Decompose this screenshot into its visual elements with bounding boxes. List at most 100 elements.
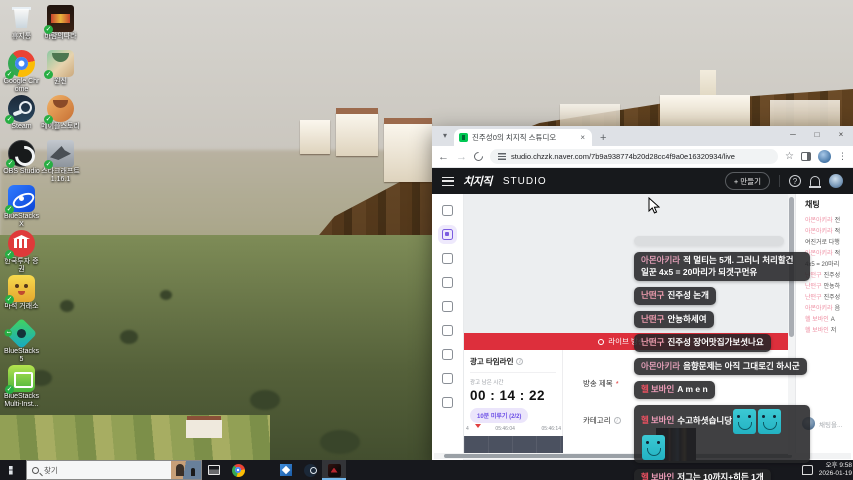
wallpaper-tree <box>320 430 360 454</box>
sidebar-community-icon[interactable] <box>442 277 453 288</box>
url-text: studio.chzzk.naver.com/7b9a938774b20d28c… <box>511 152 735 161</box>
overlay-chat-bubble: 난떤구 진주성 장어맛집가보셧나요 <box>634 334 771 352</box>
browser-menu-icon[interactable]: ⋮ <box>838 151 847 162</box>
desktop-icon-obs[interactable]: ✓ OBS Studio <box>2 139 41 184</box>
close-icon[interactable]: × <box>829 126 853 146</box>
timeline-tick: 4 <box>466 426 469 432</box>
chat-panel-message: 아몬아키라 전 <box>805 218 841 224</box>
reload-icon[interactable] <box>472 150 485 163</box>
ad-defer-button[interactable]: 10분 미루기 (2/2) <box>470 408 529 423</box>
window-controls: ─ □ × <box>781 126 853 146</box>
overlay-chat-text: A m e n <box>677 384 708 394</box>
overlay-chat-username: 보바인 <box>650 471 675 480</box>
taskbar-search-box[interactable]: 찾기 <box>26 460 202 480</box>
sidebar-stats-icon[interactable] <box>442 253 453 264</box>
news-widget-thumbnail[interactable] <box>171 461 201 479</box>
info-icon[interactable]: i <box>613 417 621 424</box>
new-tab-button[interactable]: + <box>600 132 606 144</box>
site-settings-icon[interactable] <box>498 153 506 160</box>
chat-emote-icon <box>733 408 757 434</box>
minimize-icon[interactable]: ─ <box>781 126 805 146</box>
overlay-chat-text: 진주성 장어맛집가보셧나요 <box>667 337 764 347</box>
create-button[interactable]: + 만들기 <box>724 172 770 190</box>
desktop-icon-maple[interactable]: ✓ 메이플스토리 <box>41 94 80 139</box>
wallpaper-building <box>560 104 620 126</box>
wallpaper-tree <box>160 290 172 300</box>
tab-search-chevron-icon[interactable]: ▾ <box>438 129 452 143</box>
taskbar-steam-icon[interactable] <box>298 460 322 480</box>
timeline-tick: 05:46:14 <box>541 426 561 432</box>
desktop-icon-label: BlueStacks X <box>3 213 40 228</box>
subscriber-badge: 헬 <box>641 471 649 480</box>
desktop-icon-cookie[interactable]: ✓ 마석 거래소 <box>2 274 41 319</box>
obs-icon: ✓ <box>6 140 35 168</box>
studio-profile-avatar[interactable] <box>829 174 843 188</box>
overlay-chat-text: 안뇽하세여 <box>667 313 707 324</box>
tab-close-icon[interactable]: × <box>578 133 587 142</box>
bookmark-star-icon[interactable]: ☆ <box>785 151 794 162</box>
sync-check-badge: ✓ <box>44 115 53 124</box>
sidebar-video-icon[interactable] <box>442 301 453 312</box>
desktop-icon-bs5[interactable]: ✓ BlueStacks 5 <box>2 317 41 364</box>
desktop-icon-label: OBS Studio <box>3 168 40 175</box>
overlay-chat-bubble <box>634 236 784 246</box>
sync-check-badge: ✓ <box>6 159 15 168</box>
desktop-icon-jet[interactable]: ✓ 스타크래프트 1.16.1 <box>41 139 80 184</box>
address-bar[interactable]: studio.chzzk.naver.com/7b9a938774b20d28c… <box>490 149 779 164</box>
chat-emote-icon <box>642 434 665 460</box>
sync-check-badge: ✓ <box>5 250 14 259</box>
sync-check-badge: ✓ <box>5 295 14 304</box>
taskbar-task-view-icon[interactable] <box>202 460 226 480</box>
desktop-icon-grid: 휴지통 ✓ 바람의나라 ✓ Google Chrome ✓ 원신 ✓ Steam ✓ 메이플스토리 ✓… <box>2 4 82 409</box>
wallpaper-roof <box>384 118 432 124</box>
notification-bell-icon[interactable] <box>809 176 821 188</box>
desktop-icon-steam[interactable]: ✓ Steam <box>2 94 41 139</box>
start-button[interactable] <box>0 460 26 480</box>
sidebar-tools-icon[interactable] <box>442 349 453 360</box>
sync-check-badge: ✓ <box>2 327 14 339</box>
desktop-icon-bank[interactable]: ✓ 한국투자 증권 <box>2 229 41 274</box>
desktop-icon-label: Google Chrome <box>3 78 40 93</box>
overlay-chat-bubble: 아몬아키라 적 멀티는 5개. 그러니 처리할건 일꾼 4x5 = 20마리가 되… <box>634 252 810 281</box>
taskbar-photos-icon[interactable] <box>274 460 298 480</box>
taskbar-game-icon[interactable] <box>322 460 346 480</box>
ad-timeline-card: 광고 타임라인 i 광고 남은 시간 00 : 14 : 22 10분 미루기 … <box>464 350 563 455</box>
sidebar-settings-icon[interactable] <box>442 397 453 408</box>
taskbar-explorer-icon[interactable] <box>250 460 274 480</box>
maximize-icon[interactable]: □ <box>805 126 829 146</box>
desktop-icon-label: BlueStacks 5 <box>3 348 40 363</box>
search-placeholder: 찾기 <box>44 465 58 475</box>
sync-check-badge: ✓ <box>44 25 53 34</box>
maple-icon: ✓ <box>44 95 74 124</box>
hamburger-menu-icon[interactable] <box>442 176 454 186</box>
timeline-playhead[interactable] <box>475 424 481 431</box>
sidebar-profile-icon[interactable] <box>442 373 453 384</box>
back-icon[interactable]: ← <box>438 151 449 163</box>
overlay-chat-text: 수고하셧습니당 <box>677 414 733 425</box>
bs5-icon: ✓ <box>2 317 38 350</box>
sidebar-dashboard-icon[interactable] <box>442 205 453 216</box>
browser-tab[interactable]: 진주성0의 치지직 스튜디오 × <box>454 129 592 146</box>
desktop-icon-label: 스타크래프트 1.16.1 <box>41 168 80 183</box>
overlay-chat-bubble: 아몬아키라 음향문제는 아직 그대로긴 하시군 <box>634 357 807 375</box>
desktop-icon-bsmulti[interactable]: ✓ BlueStacks Multi-Inst... <box>2 364 41 409</box>
sidebar-schedule-icon[interactable] <box>442 325 453 336</box>
studio-sidebar <box>432 194 464 462</box>
overlay-chat-username: 아몬아키라 <box>641 255 681 265</box>
browser-profile-avatar[interactable] <box>818 150 831 163</box>
genshin-icon: ✓ <box>44 50 74 79</box>
desktop-icon-chrome[interactable]: ✓ Google Chrome <box>2 49 41 94</box>
sidebar-live-manage-icon[interactable] <box>442 229 453 240</box>
desktop-icon-genshin[interactable]: ✓ 원신 <box>41 49 80 94</box>
side-panel-icon[interactable] <box>801 152 811 161</box>
desktop-icon-recycle[interactable]: 휴지통 <box>2 4 41 49</box>
bsx-icon: ✓ <box>5 185 35 214</box>
desktop-icon-bsx[interactable]: ✓ BlueStacks X <box>2 184 41 229</box>
steam-icon: ✓ <box>5 95 35 124</box>
forward-icon[interactable]: → <box>456 151 467 163</box>
taskbar-chrome-icon[interactable] <box>226 460 250 480</box>
info-icon[interactable]: i <box>516 358 524 365</box>
desktop-icon-poster[interactable]: ✓ 바람의나라 <box>41 4 80 49</box>
help-icon[interactable]: ? <box>789 175 801 187</box>
chat-emote-icon <box>758 408 782 434</box>
